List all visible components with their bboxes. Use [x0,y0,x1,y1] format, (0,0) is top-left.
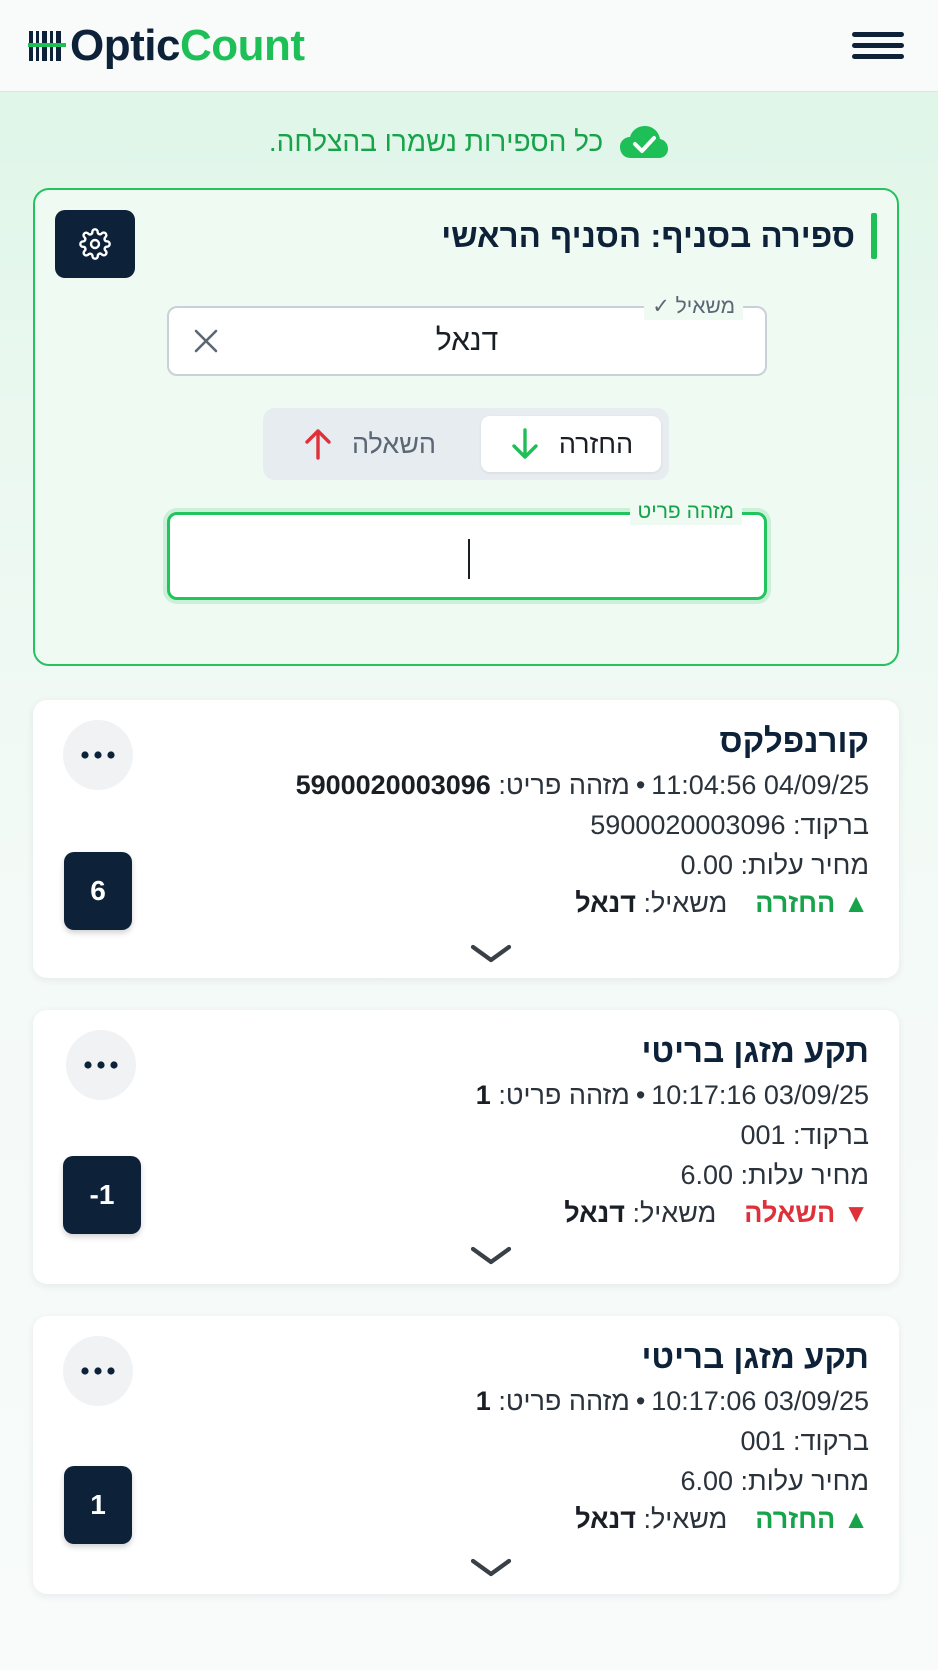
save-status: כל הספירות נשמרו בהצלחה. [0,124,938,160]
entry-name: תקע מזגן בריטי [641,1032,869,1069]
entry-status-row: ▲ החזרה משאיל: דנאל [575,888,869,919]
top-bar: OpticCount [0,0,938,92]
item-id-field[interactable]: מזהה פריט [167,499,767,600]
entry-time: 10:17:06 [651,1386,757,1416]
entry-status: השאלה [744,1198,836,1228]
entry-meta: 03/09/25 10:17:06•מזהה פריט: 1 [475,1386,869,1416]
barcode-label: ברקוד: [793,1120,869,1150]
entry-barcode-row: ברקוד: 001 [740,1426,869,1457]
triangle-up-icon: ▲ [843,888,869,918]
arrow-down-icon [512,428,538,459]
entry-name: תקע מזגן בריטי [641,1338,869,1375]
entry-item-id: 1 [475,1386,491,1416]
entry-time: 11:04:56 [651,770,757,800]
cost-label: מחיר עלות: [740,1160,869,1190]
entry-barcode: 001 [740,1426,786,1456]
settings-button[interactable] [55,210,135,278]
count-entry-card: תקע מזגן בריטי 03/09/25 10:17:06•מזהה פר… [33,1316,899,1594]
more-options-button[interactable] [63,720,133,790]
entry-date: 03/09/25 [763,1080,869,1110]
cost-label: מחיר עלות: [740,850,869,880]
count-entry-card: קורנפלקס 04/09/25 11:04:56•מזהה פריט: 59… [33,700,899,978]
more-options-button[interactable] [63,1336,133,1406]
entry-date: 04/09/25 [763,770,869,800]
entry-cost-row: מחיר עלות: 6.00 [680,1160,869,1191]
logo-text-count: Count [179,21,305,70]
borrower-field[interactable]: משאיל ✓ דנאל [167,294,767,376]
ellipsis-icon [84,1061,118,1069]
count-entry-card: תקע מזגן בריטי 03/09/25 10:17:16•מזהה פר… [33,1010,899,1284]
entry-barcode-row: ברקוד: 001 [740,1120,869,1151]
cloud-check-icon [620,126,669,158]
return-option[interactable]: החזרה [481,416,661,472]
return-option-label: החזרה [558,428,634,459]
quantity-badge[interactable]: 1 [64,1466,132,1544]
chevron-down-icon[interactable] [469,1244,513,1268]
clear-borrower-button[interactable] [187,322,225,360]
borrower-label: משאיל: [643,1504,728,1534]
hamburger-icon [852,31,904,37]
chevron-down-icon[interactable] [469,1556,513,1580]
entry-item-id: 5900020003096 [295,770,491,800]
more-options-button[interactable] [66,1030,136,1100]
loan-option[interactable]: השאלה [271,416,467,472]
close-icon [194,329,218,353]
page: OpticCount כל הספירות נשמרו בהצלחה. ספיר… [0,0,938,1670]
app-logo[interactable]: OpticCount [28,16,305,76]
direction-toggle: החזרה השאלה [263,408,669,480]
quantity-badge[interactable]: 6 [64,852,132,930]
entry-cost: 6.00 [680,1160,734,1190]
entry-barcode-row: ברקוד: 5900020003096 [590,810,869,841]
entry-cost: 0.00 [680,850,734,880]
quantity-badge[interactable]: -1 [63,1156,141,1234]
borrower-label: משאיל: [632,1198,717,1228]
panel-title: ספירה בסניף: הסניף הראשי [441,212,877,260]
item-id-input[interactable] [170,515,764,597]
ellipsis-icon [81,751,115,759]
entry-barcode: 001 [740,1120,786,1150]
ellipsis-icon [81,1367,115,1375]
triangle-down-icon: ▼ [843,1198,869,1228]
entry-status-row: ▼ השאלה משאיל: דנאל [564,1198,869,1229]
entry-cost: 6.00 [680,1466,734,1496]
item-id-label: מזהה פריט: [498,1080,630,1110]
borrower-value[interactable]: דנאל [169,308,765,374]
entry-status-row: ▲ החזרה משאיל: דנאל [575,1504,869,1535]
entry-borrower: דנאל [575,888,636,918]
borrower-label: משאיל: [643,888,728,918]
cost-label: מחיר עלות: [740,1466,869,1496]
panel-title-text: ספירה בסניף: הסניף הראשי [441,217,855,254]
logo-text-optic: Optic [70,21,180,70]
loan-option-label: השאלה [351,428,437,459]
chevron-down-icon[interactable] [469,942,513,966]
gear-icon [79,228,111,260]
counting-panel: ספירה בסניף: הסניף הראשי משאיל ✓ דנאל הח… [33,188,899,666]
entry-barcode: 5900020003096 [590,810,786,840]
title-accent-bar [871,213,877,259]
entry-cost-row: מחיר עלות: 6.00 [680,1466,869,1497]
entry-meta: 04/09/25 11:04:56•מזהה פריט: 59000200030… [295,770,869,800]
menu-button[interactable] [852,22,904,68]
barcode-label: ברקוד: [793,1426,869,1456]
entry-name: קורנפלקס [719,722,869,759]
entry-cost-row: מחיר עלות: 0.00 [680,850,869,881]
entry-item-id: 1 [475,1080,491,1110]
entry-time: 10:17:16 [651,1080,757,1110]
entry-meta: 03/09/25 10:17:16•מזהה פריט: 1 [475,1080,869,1110]
text-cursor [468,539,470,579]
triangle-up-icon: ▲ [843,1504,869,1534]
save-status-text: כל הספירות נשמרו בהצלחה. [268,126,604,157]
item-id-label: מזהה פריט: [498,1386,630,1416]
item-id-label: מזהה פריט: [498,770,630,800]
entry-status: החזרה [755,888,836,918]
barcode-icon [28,31,66,61]
arrow-up-icon [305,429,331,460]
entry-borrower: דנאל [564,1198,625,1228]
entry-status: החזרה [755,1504,836,1534]
entry-date: 03/09/25 [763,1386,869,1416]
entry-borrower: דנאל [575,1504,636,1534]
barcode-label: ברקוד: [793,810,869,840]
